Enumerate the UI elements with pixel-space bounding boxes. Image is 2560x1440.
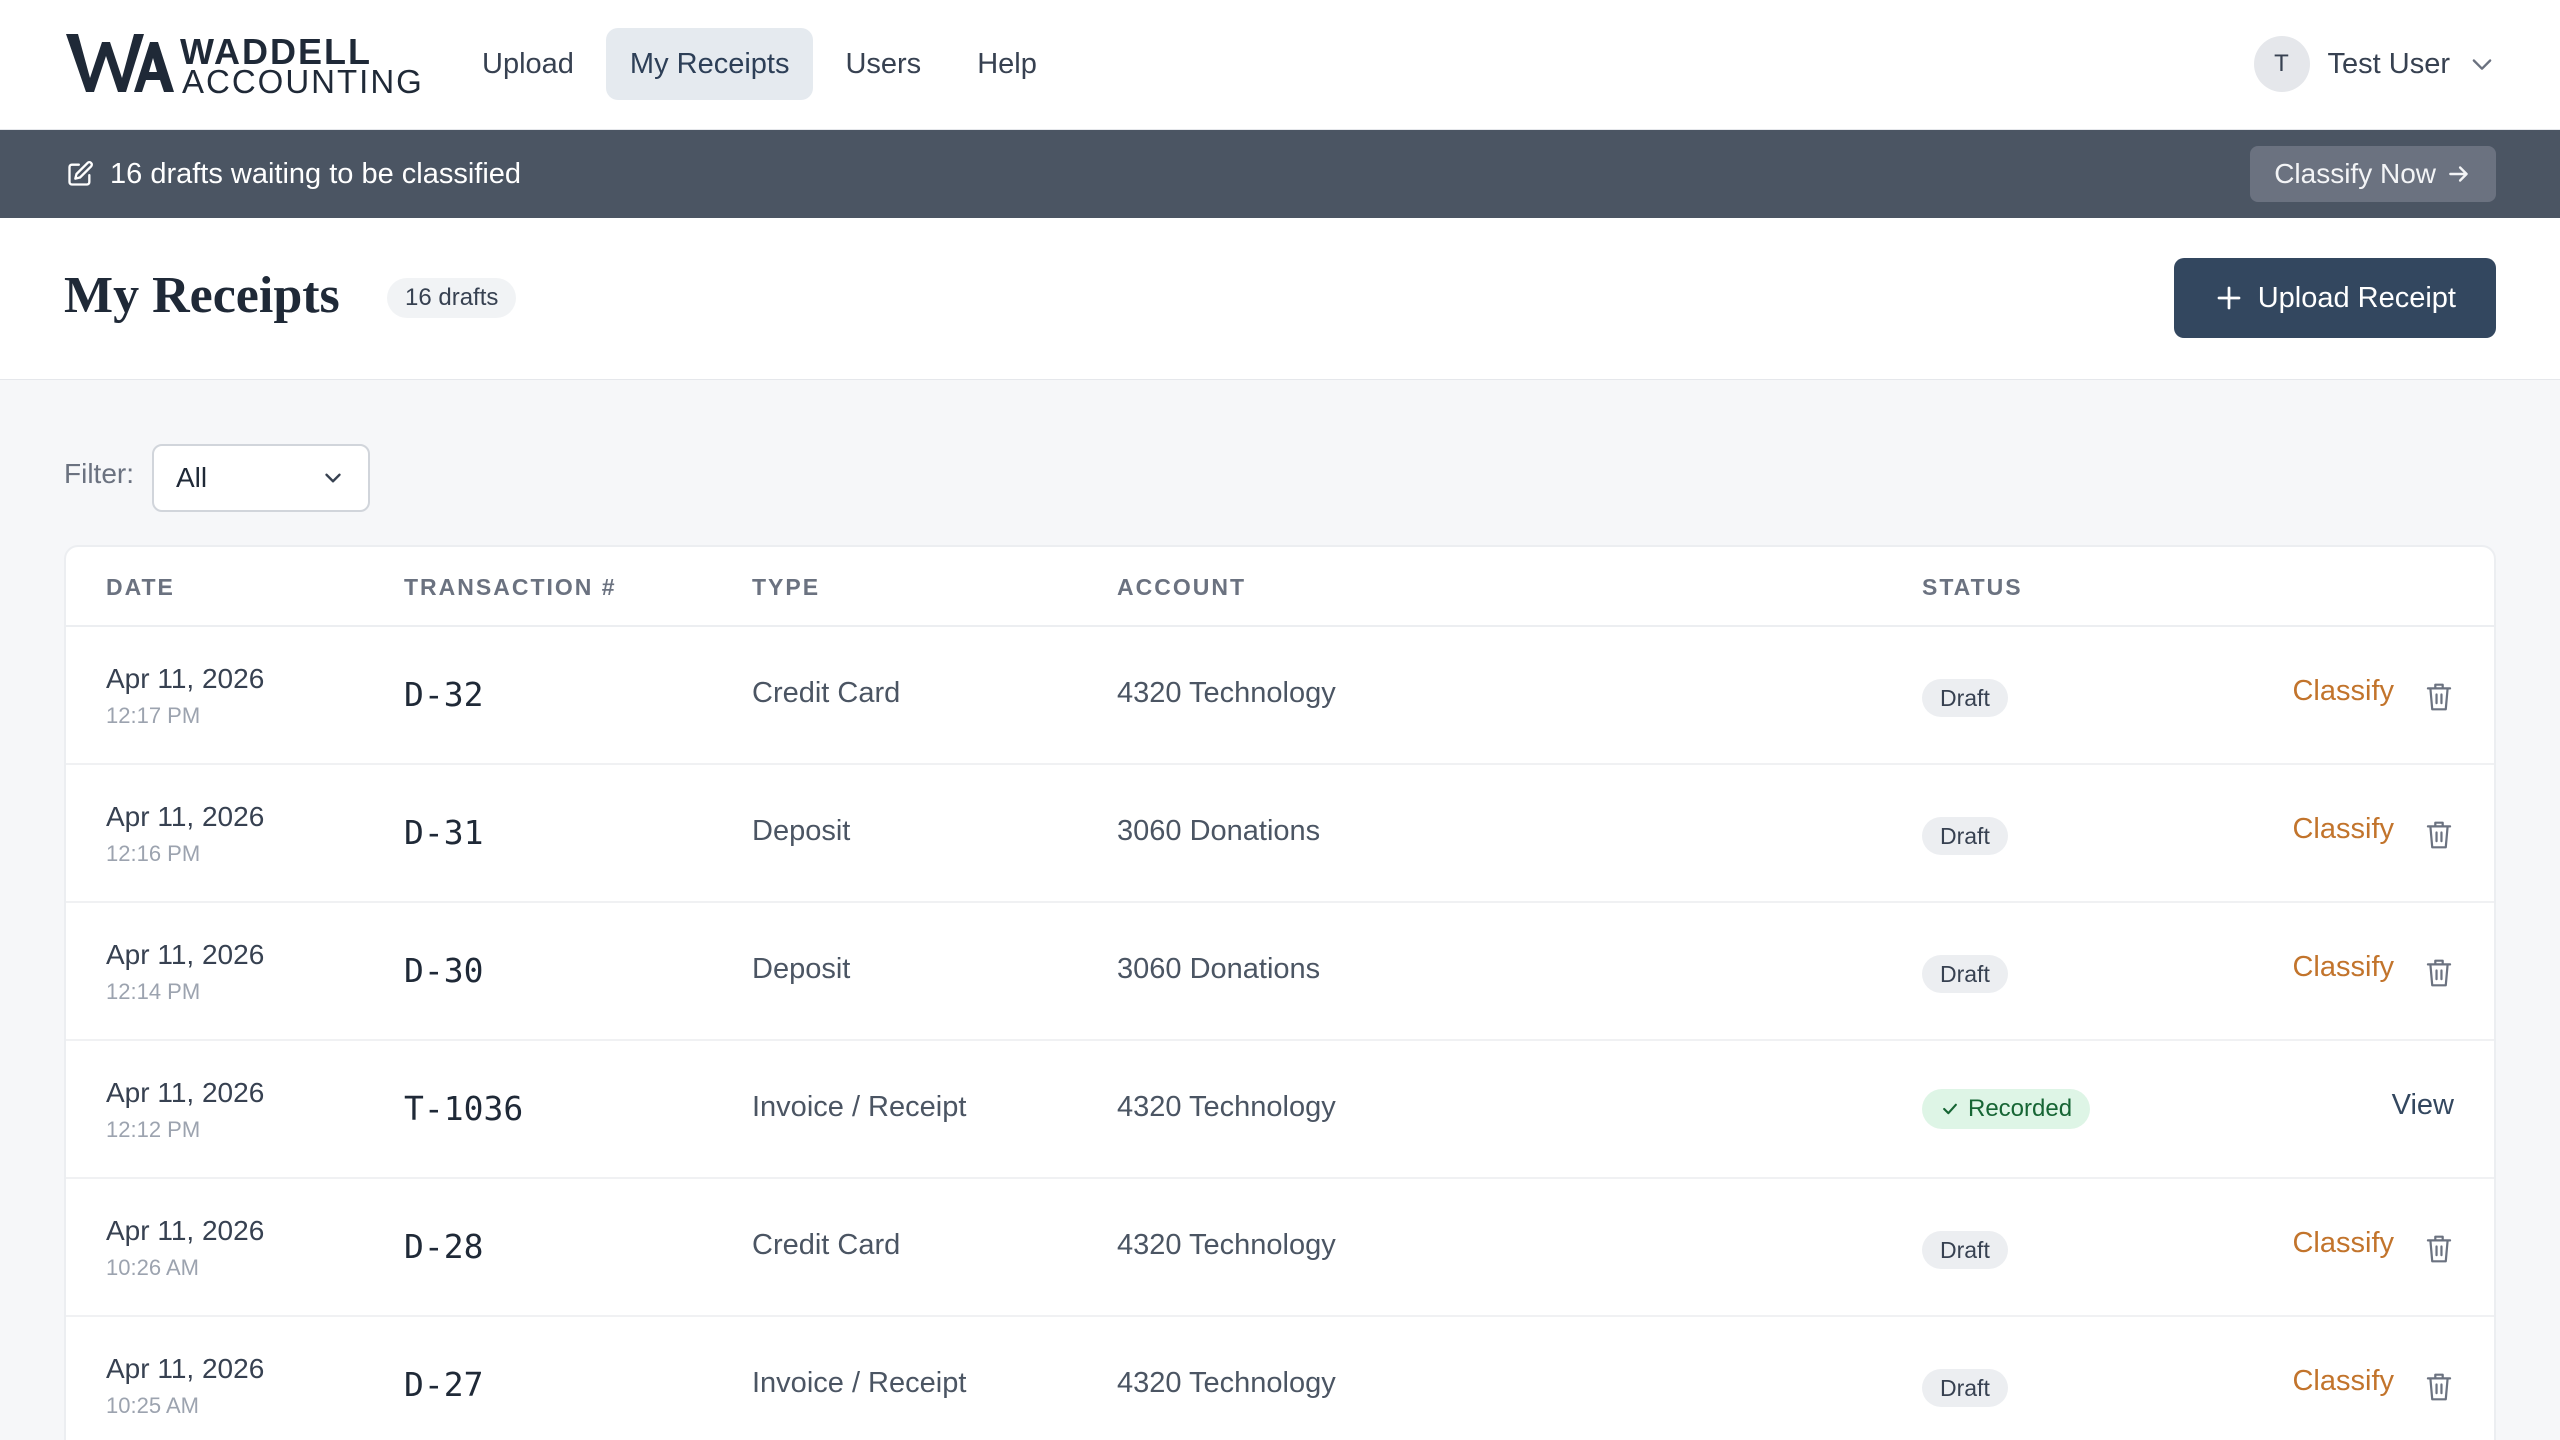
row-date: Apr 11, 2026 [106,1077,265,1108]
row-account: 3060 Donations [1117,815,1321,847]
drafts-count-badge: 16 drafts [387,278,517,318]
status-badge: Draft [1922,817,2008,855]
nav-help[interactable]: Help [953,28,1061,100]
classify-now-label: Classify Now [2274,158,2436,189]
column-header-transaction[interactable]: TRANSACTION # [404,547,617,627]
classify-link[interactable]: Classify [2292,813,2394,846]
row-type: Deposit [752,953,851,985]
status-badge: Draft [1922,1231,2008,1269]
page-title: My Receipts [64,267,340,324]
classify-link[interactable]: Classify [2292,1365,2394,1398]
row-time: 10:25 AM [106,1393,199,1418]
row-account: 4320 Technology [1117,1091,1336,1123]
row-time: 12:14 PM [106,979,201,1004]
nav-upload[interactable]: Upload [458,28,598,100]
table-row[interactable]: Apr 11, 2026 12:14 PM D-30 Deposit 3060 … [66,903,2494,1041]
upload-receipt-label: Upload Receipt [2257,281,2456,314]
column-header-status[interactable]: STATUS [1922,547,2023,627]
row-transaction-number: D-32 [404,675,484,714]
trash-icon[interactable] [2424,957,2454,989]
table-row[interactable]: Apr 11, 2026 10:25 AM D-27 Invoice / Rec… [66,1317,2494,1440]
check-icon [1943,1103,1957,1115]
arrow-right-icon [2449,166,2468,182]
table-row[interactable]: Apr 11, 2026 12:17 PM D-32 Credit Card 4… [66,627,2494,765]
status-badge: Draft [1922,679,2008,717]
table-row[interactable]: Apr 11, 2026 12:12 PM T-1036 Invoice / R… [66,1041,2494,1179]
edit-icon [68,161,93,186]
chevron-down-icon [2472,59,2492,70]
plus-icon [2217,286,2241,310]
classify-now-button[interactable]: Classify Now [2250,146,2496,202]
row-time: 12:12 PM [106,1117,201,1142]
user-menu[interactable]: T Test User [2253,36,2496,92]
row-date: Apr 11, 2026 [106,1215,265,1246]
row-type: Invoice / Receipt [752,1367,967,1399]
receipts-table: DATE TRANSACTION # TYPE ACCOUNT STATUS A… [64,545,2496,1440]
row-type: Credit Card [752,677,901,709]
status-label: Recorded [1968,1095,2073,1122]
row-date: Apr 11, 2026 [106,801,265,832]
column-header-type[interactable]: TYPE [752,547,820,627]
top-navbar: WADDELL ACCOUNTING Upload My Receipts Us… [0,0,2560,130]
status-badge: Draft [1922,1369,2008,1407]
trash-icon[interactable] [2424,819,2454,851]
drafts-banner: 16 drafts waiting to be classified Class… [0,130,2560,218]
filter-select[interactable]: All [152,444,370,512]
logo-text-accounting: ACCOUNTING [182,63,424,100]
row-date: Apr 11, 2026 [106,1353,265,1384]
column-header-date[interactable]: DATE [106,547,175,627]
chevron-down-icon [325,473,341,483]
filter-label: Filter: [64,458,134,489]
row-transaction-number: D-28 [404,1227,484,1266]
row-account: 4320 Technology [1117,1367,1336,1399]
page-header: My Receipts 16 drafts Upload Receipt [0,218,2560,380]
status-badge: Recorded [1922,1089,2091,1129]
row-transaction-number: D-31 [404,813,484,852]
banner-message: 16 drafts waiting to be classified [110,158,522,190]
row-type: Deposit [752,815,851,847]
row-account: 4320 Technology [1117,677,1336,709]
row-date: Apr 11, 2026 [106,939,265,970]
row-transaction-number: D-27 [404,1365,484,1404]
classify-link[interactable]: Classify [2292,675,2394,708]
classify-link[interactable]: Classify [2292,1227,2394,1260]
user-name: Test User [2327,47,2450,80]
trash-icon[interactable] [2424,681,2454,713]
row-time: 12:16 PM [106,841,201,866]
table-row[interactable]: Apr 11, 2026 12:16 PM D-31 Deposit 3060 … [66,765,2494,903]
upload-receipt-button[interactable]: Upload Receipt [2173,258,2496,338]
column-header-account[interactable]: ACCOUNT [1117,547,1246,627]
trash-icon[interactable] [2424,1233,2454,1265]
row-time: 10:26 AM [106,1255,199,1280]
row-transaction-number: T-1036 [404,1089,524,1128]
wa-logo-mark-icon [66,34,174,92]
company-logo[interactable]: WADDELL ACCOUNTING [64,28,422,100]
row-account: 3060 Donations [1117,953,1321,985]
row-account: 4320 Technology [1117,1229,1336,1261]
trash-icon[interactable] [2424,1371,2454,1403]
row-type: Credit Card [752,1229,901,1261]
row-type: Invoice / Receipt [752,1091,967,1123]
nav-my-receipts[interactable]: My Receipts [605,28,814,100]
row-time: 12:17 PM [106,703,201,728]
row-date: Apr 11, 2026 [106,663,265,694]
table-row[interactable]: Apr 11, 2026 10:26 AM D-28 Credit Card 4… [66,1179,2494,1317]
classify-link[interactable]: Classify [2292,951,2394,984]
main-nav: Upload My Receipts Users Help [458,28,1061,100]
status-badge: Draft [1922,955,2008,993]
filter-value: All [176,462,208,493]
nav-users[interactable]: Users [821,28,945,100]
row-transaction-number: D-30 [404,951,484,990]
avatar: T [2253,36,2310,92]
table-header: DATE TRANSACTION # TYPE ACCOUNT STATUS [66,547,2494,627]
view-link[interactable]: View [2392,1089,2454,1122]
